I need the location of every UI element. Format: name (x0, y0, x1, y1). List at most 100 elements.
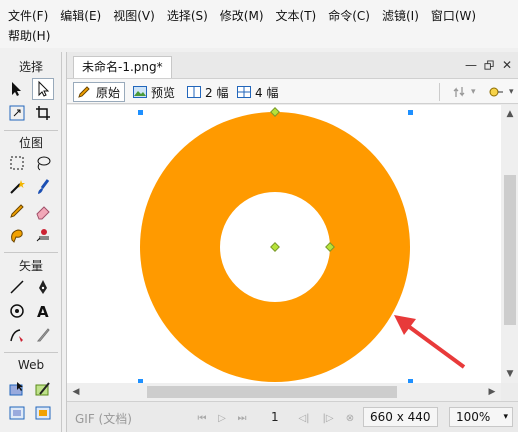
menu-file[interactable]: 文件(F) (6, 7, 50, 25)
first-frame-button[interactable]: ⏮ (195, 411, 209, 425)
freeform-tool[interactable] (6, 324, 28, 346)
tab-2up-label: 2 幅 (205, 85, 229, 100)
svg-text:A: A (37, 303, 49, 320)
two-up-icon (187, 86, 201, 98)
document-tab[interactable]: 未命名-1.png* (73, 56, 172, 78)
knife-tool[interactable] (32, 324, 54, 346)
pen-icon (39, 280, 47, 294)
scale-tool[interactable] (6, 102, 28, 124)
eraser-tool[interactable] (32, 200, 54, 222)
crop-icon (36, 106, 50, 120)
eraser-icon (36, 206, 50, 220)
line-tool[interactable] (6, 276, 28, 298)
selection-handle[interactable] (138, 110, 143, 115)
subselection-icon (38, 80, 50, 97)
brush-tool[interactable] (32, 176, 54, 198)
hotspot-icon (9, 382, 23, 396)
menu-help[interactable]: 帮助(H) (6, 27, 52, 45)
chevron-down-icon: ▾ (503, 412, 508, 422)
stop-button[interactable]: ⊗ (343, 411, 357, 425)
horizontal-scroll-thumb[interactable] (147, 386, 397, 398)
vertical-scroll-thumb[interactable] (504, 175, 516, 325)
play-icon: ▷ (218, 412, 226, 424)
menu-view[interactable]: 视图(V) (111, 7, 157, 25)
hotspot-tool[interactable] (6, 378, 28, 400)
scale-icon (9, 105, 25, 121)
document-window: 未命名-1.png* — ✕ 原始 预览 2 幅 4 幅 ▾ ▾ ▲ ▼ ◀ ▶… (66, 52, 518, 432)
last-frame-icon: ⏭ (237, 412, 247, 424)
pointer-tool[interactable] (6, 78, 28, 100)
tab-4up-label: 4 幅 (255, 85, 279, 100)
menu-row-2: 帮助(H) (6, 27, 60, 45)
horizontal-scrollbar[interactable]: ◀ ▶ (67, 383, 501, 401)
quick-export-icon (453, 87, 465, 97)
knife-icon (36, 328, 50, 342)
tools-divider (4, 352, 58, 353)
play-button[interactable]: ▷ (215, 411, 229, 425)
pencil-icon (10, 204, 24, 218)
scroll-left-icon[interactable]: ◀ (71, 386, 81, 398)
scroll-down-icon[interactable]: ▼ (505, 369, 515, 379)
menu-text[interactable]: 文本(T) (274, 7, 319, 25)
subselection-tool[interactable] (32, 78, 54, 100)
menu-modify[interactable]: 修改(M) (218, 7, 266, 25)
options-button[interactable]: ▾ (483, 82, 518, 102)
tab-original[interactable]: 原始 (73, 82, 126, 102)
scroll-up-icon[interactable]: ▲ (505, 109, 515, 119)
menu-select[interactable]: 选择(S) (165, 7, 210, 25)
tab-2up[interactable]: 2 幅 (183, 82, 232, 102)
rubber-stamp-tool[interactable] (32, 224, 54, 246)
menu-edit[interactable]: 编辑(E) (58, 7, 103, 25)
blur-tool[interactable] (6, 224, 28, 246)
ellipse-tool[interactable] (6, 300, 28, 322)
tools-vector-title: 矢量 (18, 259, 43, 273)
magic-wand-icon (10, 180, 25, 194)
next-frame-icon: |▷ (322, 412, 334, 424)
tools-select-title: 选择 (18, 60, 43, 74)
menu-filters[interactable]: 滤镜(I) (380, 7, 421, 25)
tab-preview-label: 预览 (151, 85, 176, 100)
last-frame-button[interactable]: ⏭ (235, 411, 249, 425)
vertical-scrollbar[interactable]: ▲ ▼ (501, 105, 518, 383)
export-preview-button[interactable]: ▾ (449, 82, 480, 102)
slice-icon (35, 382, 50, 396)
text-icon: A (37, 303, 49, 320)
next-frame-button[interactable]: |▷ (321, 411, 335, 425)
scroll-right-icon[interactable]: ▶ (487, 386, 497, 398)
slice-tool[interactable] (32, 378, 54, 400)
line-icon (10, 280, 24, 294)
zoom-select[interactable]: 100% ▾ (449, 407, 513, 427)
hide-slices-icon (9, 406, 25, 420)
text-tool[interactable]: A (32, 300, 54, 322)
stop-icon: ⊗ (345, 412, 355, 424)
tools-divider (4, 130, 58, 131)
pencil-tool[interactable] (6, 200, 28, 222)
magic-wand-tool[interactable] (6, 176, 28, 198)
selection-handle[interactable] (408, 110, 413, 115)
close-button[interactable]: ✕ (499, 57, 515, 73)
zoom-value: 100% (456, 410, 491, 424)
restore-button[interactable] (481, 57, 497, 73)
lasso-tool[interactable] (32, 152, 54, 174)
options-icon (489, 87, 503, 97)
show-slices-icon (35, 406, 51, 420)
freeform-icon (10, 329, 23, 342)
chevron-down-icon: ▾ (471, 87, 476, 97)
status-bar: GIF (文档) ⏮ ▷ ⏭ 1 ◁| |▷ ⊗ 660 x 440 100% … (67, 401, 518, 432)
brush-icon (38, 179, 50, 194)
crop-tool[interactable] (32, 102, 54, 124)
pen-tool[interactable] (32, 276, 54, 298)
prev-frame-button[interactable]: ◁| (297, 411, 311, 425)
minimize-button[interactable]: — (463, 57, 479, 73)
menu-window[interactable]: 窗口(W) (429, 7, 478, 25)
canvas-size-display[interactable]: 660 x 440 (363, 407, 438, 427)
show-slices-tool[interactable] (32, 402, 54, 424)
menu-commands[interactable]: 命令(C) (326, 7, 372, 25)
close-icon: ✕ (501, 58, 513, 72)
tab-4up[interactable]: 4 幅 (233, 82, 282, 102)
tab-preview[interactable]: 预览 (129, 82, 179, 102)
marquee-tool[interactable] (6, 152, 28, 174)
pencil-icon (78, 86, 90, 98)
hide-slices-tool[interactable] (6, 402, 28, 424)
restore-icon (483, 59, 494, 70)
